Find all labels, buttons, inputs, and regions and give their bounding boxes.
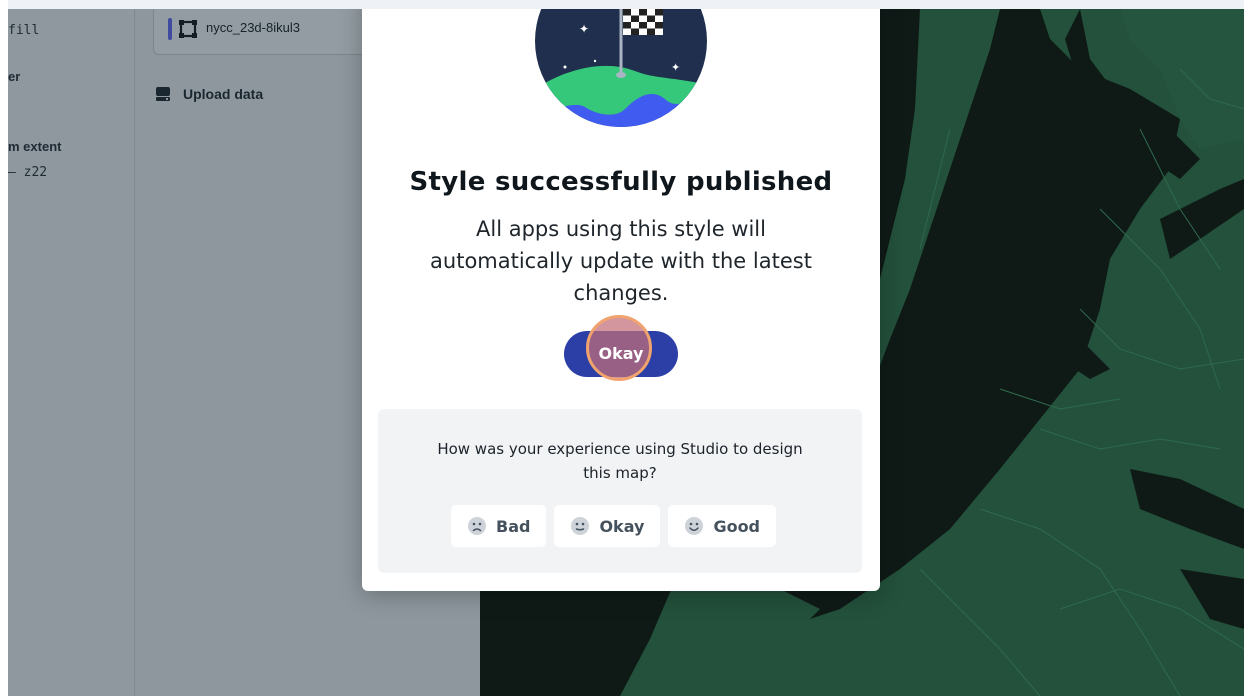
feedback-bad-button[interactable]: Bad: [451, 505, 547, 547]
feedback-question: How was your experience using Studio to …: [437, 440, 803, 482]
planet-flag-illustration: ✦ ✦: [535, 9, 707, 127]
layer-color-bar: [168, 18, 172, 40]
zoom-extent-label: m extent: [8, 139, 62, 154]
fill-label: fill: [8, 23, 40, 38]
happy-face-icon: [685, 517, 704, 535]
svg-text:✦: ✦: [579, 22, 589, 36]
feedback-good-button[interactable]: Good: [668, 505, 777, 547]
feedback-section: How was your experience using Studio to …: [378, 409, 862, 573]
modal-description: All apps using this style will automatic…: [430, 217, 812, 305]
upload-data-label: Upload data: [183, 86, 264, 102]
layer-source-name: nycc_23d-8ikul3: [206, 20, 300, 35]
modal-title: Style successfully published: [409, 167, 833, 197]
zoom-extent-value[interactable]: – z22: [8, 165, 47, 180]
studio-window: fill er m extent – z22 nycc_23d-8ikul3 U…: [8, 9, 1244, 696]
neutral-face-icon: [571, 517, 590, 535]
top-strip: [0, 0, 1244, 9]
feedback-okay-label: Okay: [599, 516, 645, 536]
polygon-layer-icon: [179, 20, 197, 38]
feedback-okay-button[interactable]: Okay: [554, 505, 661, 547]
feedback-options: Bad Okay Good: [451, 505, 777, 547]
publish-success-modal: ✦ ✦ Style successfully published All app…: [362, 9, 880, 591]
upload-data-button[interactable]: Upload data: [155, 83, 263, 105]
feedback-good-label: Good: [713, 516, 761, 536]
sad-face-icon: [468, 517, 486, 535]
left-strip: [0, 0, 8, 696]
okay-button[interactable]: [564, 331, 678, 377]
feedback-bad-label: Bad: [496, 516, 531, 536]
upload-icon: [156, 87, 170, 101]
layer-source-chip[interactable]: nycc_23d-8ikul3: [153, 9, 385, 55]
layer-label: er: [8, 69, 21, 84]
layer-properties-panel: fill er m extent – z22: [8, 9, 135, 696]
svg-text:✦: ✦: [671, 61, 680, 74]
